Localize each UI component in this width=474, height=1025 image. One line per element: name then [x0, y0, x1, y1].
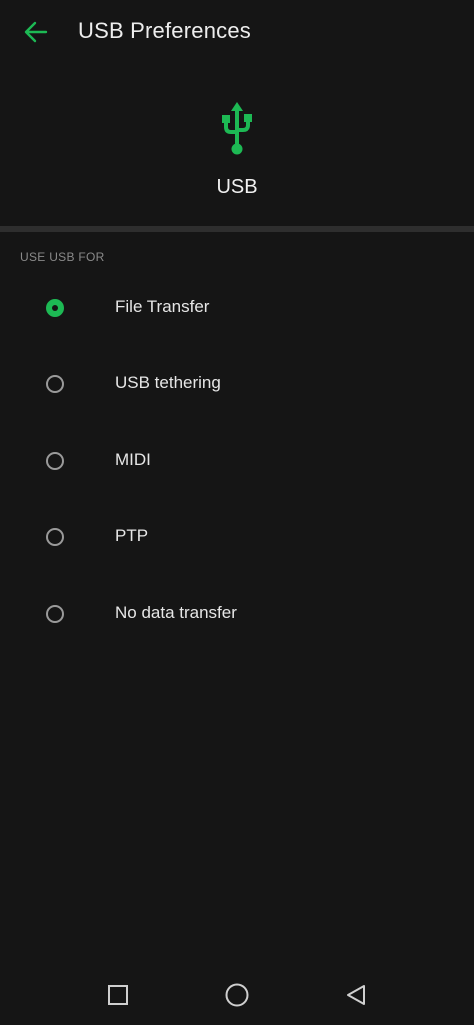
home-button[interactable]	[217, 975, 257, 1015]
section-divider	[0, 226, 474, 232]
option-label: PTP	[115, 526, 149, 545]
option-label: USB tethering	[115, 373, 221, 392]
app-bar: USB Preferences	[0, 0, 474, 64]
usb-icon	[222, 102, 252, 155]
radio-button[interactable]	[46, 528, 64, 546]
radio-button[interactable]	[46, 375, 64, 393]
navigation-bar	[0, 965, 474, 1025]
circle-icon	[225, 983, 249, 1007]
option-label: File Transfer	[115, 297, 210, 316]
arrow-left-icon	[24, 21, 48, 43]
option-no-data-transfer[interactable]: No data transfer	[0, 586, 474, 646]
option-usb-tethering[interactable]: USB tethering	[0, 356, 474, 416]
usb-hero: USB	[0, 96, 474, 206]
radio-button-selected[interactable]	[46, 299, 64, 317]
radio-button[interactable]	[46, 605, 64, 623]
option-label: MIDI	[115, 450, 151, 469]
recents-button[interactable]	[98, 975, 138, 1015]
page-title: USB Preferences	[78, 18, 251, 43]
radio-button[interactable]	[46, 452, 64, 470]
section-header: USE USB FOR	[20, 250, 105, 264]
square-icon	[108, 985, 128, 1005]
option-label: No data transfer	[115, 603, 237, 622]
usb-preferences-screen: USB Preferences USB USE USB FOR File Tra…	[0, 0, 474, 1025]
nav-back-button[interactable]	[336, 975, 376, 1015]
back-button[interactable]	[16, 12, 56, 52]
option-file-transfer[interactable]: File Transfer	[0, 280, 474, 340]
option-ptp[interactable]: PTP	[0, 509, 474, 569]
option-midi[interactable]: MIDI	[0, 433, 474, 493]
triangle-back-icon	[347, 985, 365, 1005]
usb-label: USB	[216, 176, 258, 198]
